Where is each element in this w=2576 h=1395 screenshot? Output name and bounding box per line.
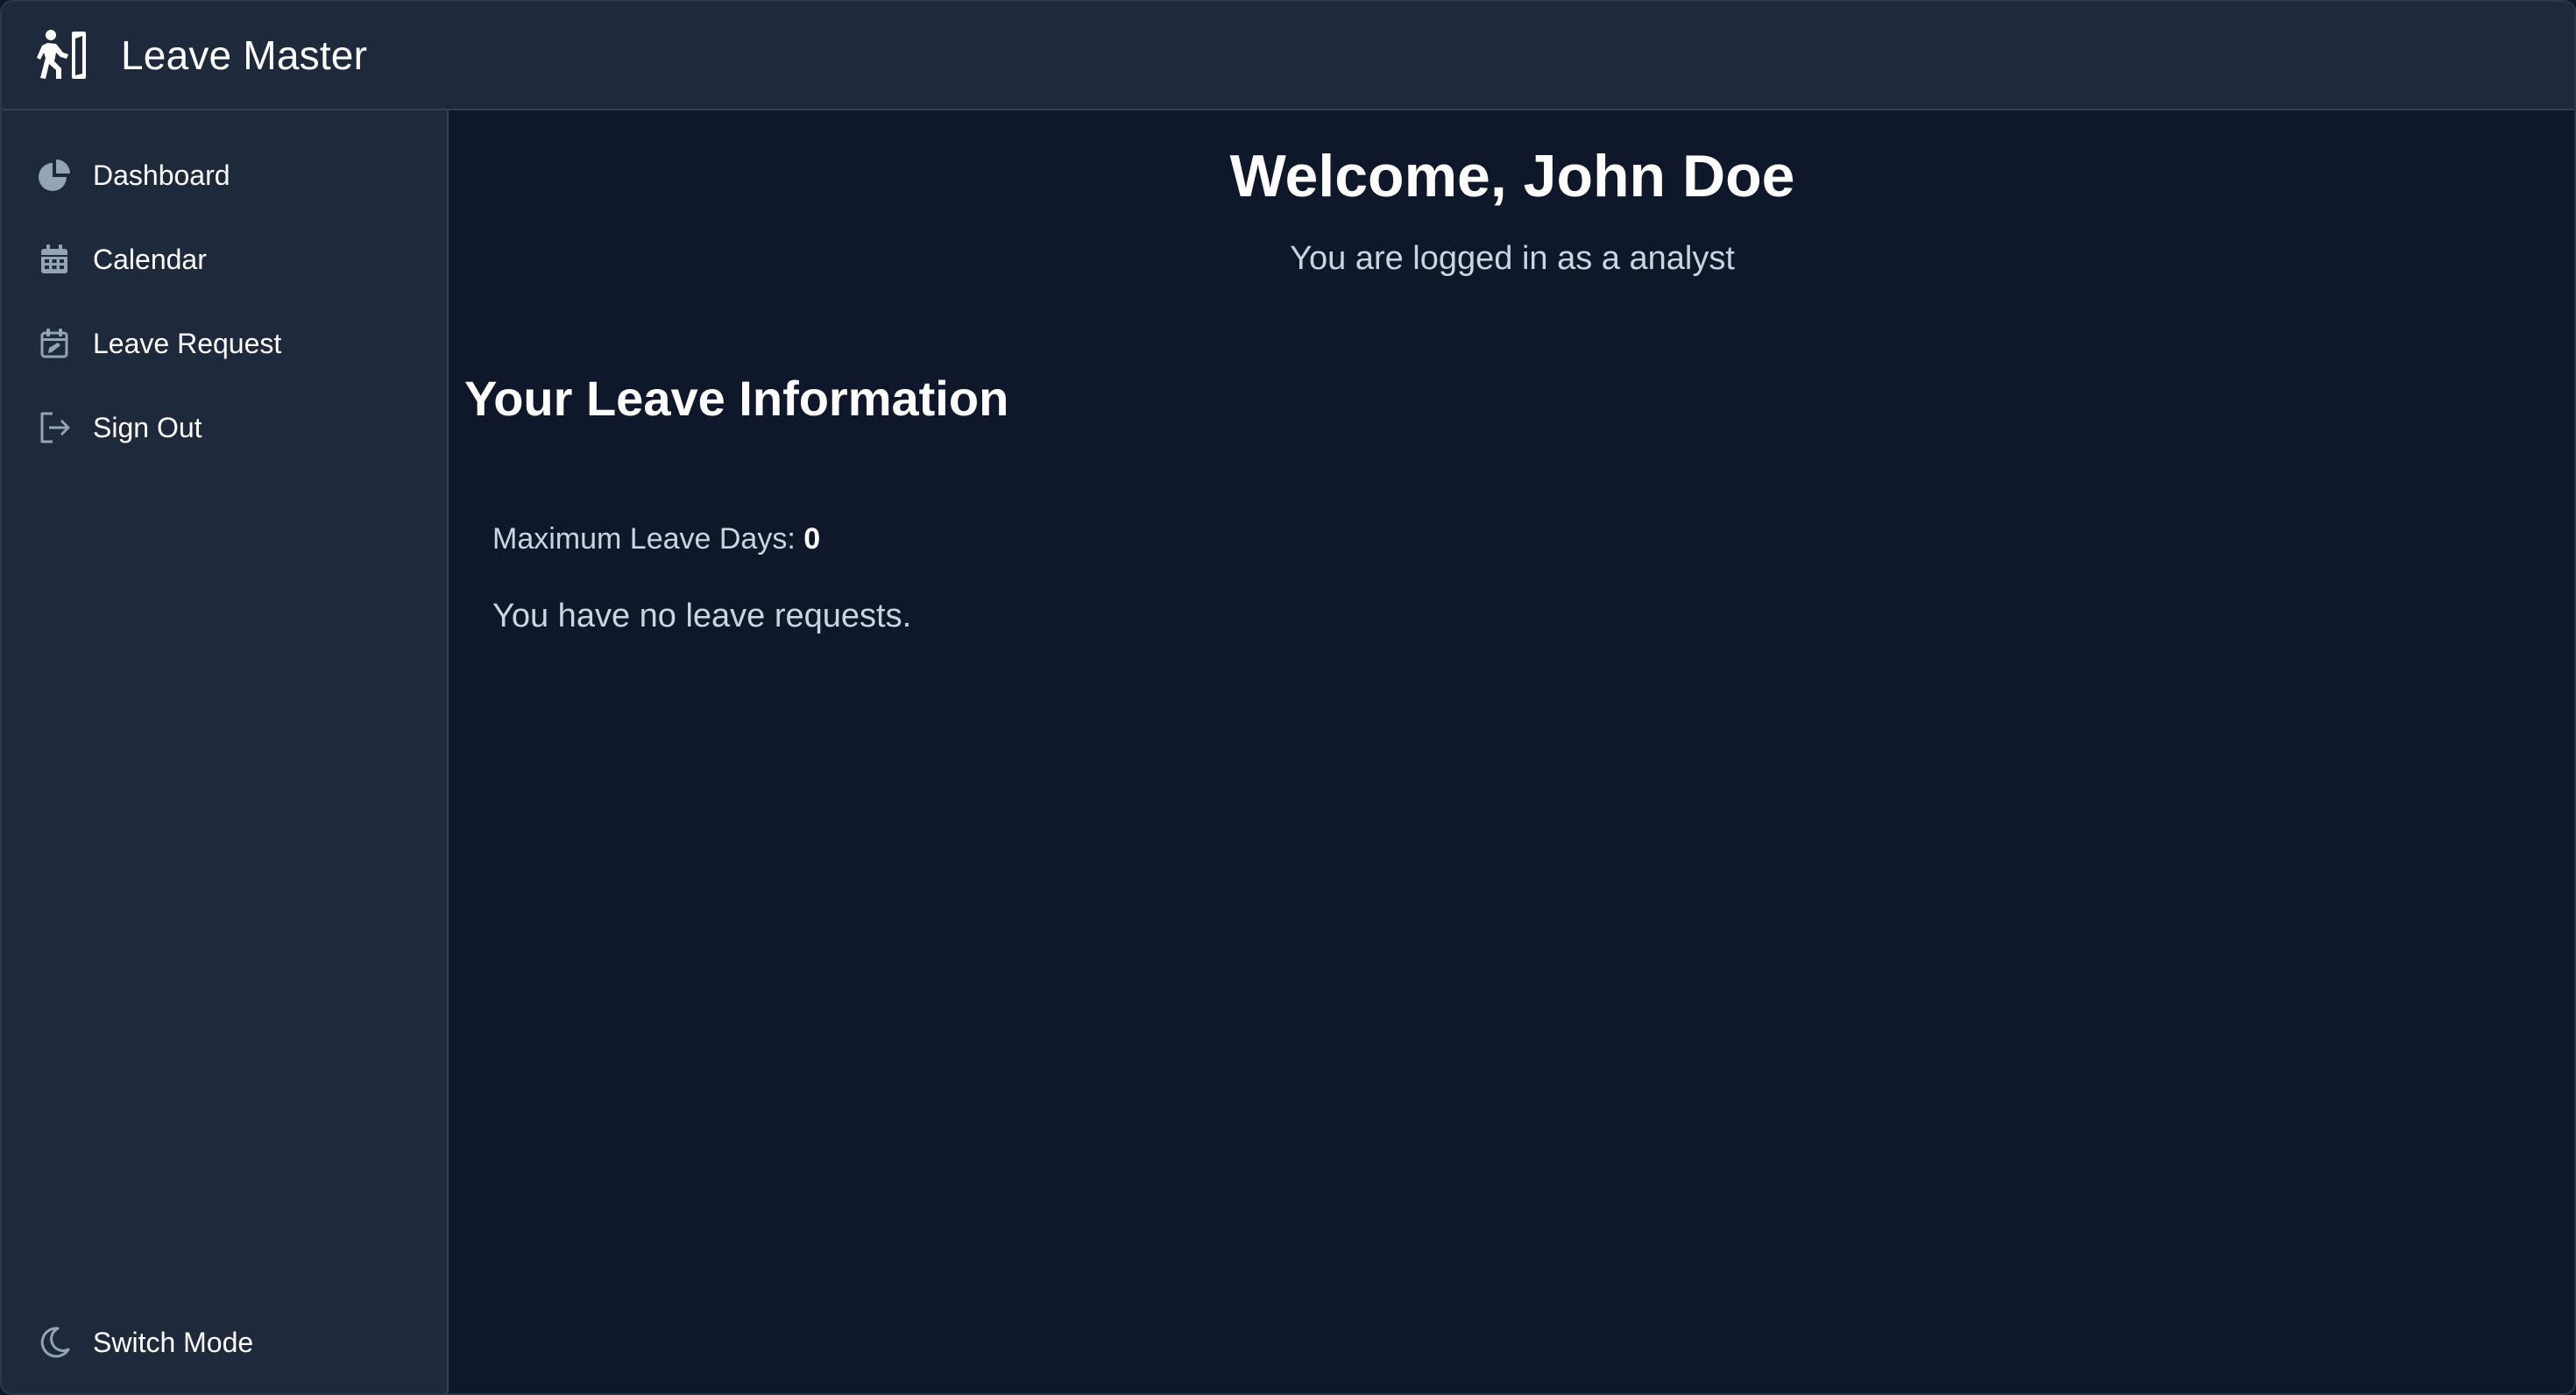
moon-icon <box>35 1323 74 1362</box>
welcome-heading: Welcome, John Doe <box>1229 143 1795 209</box>
role-text: You are logged in as a analyst <box>1290 240 1735 277</box>
sidebar-item-calendar[interactable]: Calendar <box>2 217 447 301</box>
switch-mode-button[interactable]: Switch Mode <box>2 1300 447 1384</box>
calendar-edit-icon <box>35 324 74 363</box>
sidebar-item-dashboard[interactable]: Dashboard <box>2 133 447 217</box>
max-leave-days: Maximum Leave Days: 0 <box>492 522 820 556</box>
app-window: Leave Master Dashboard Calendar Leave Re… <box>0 0 2576 1395</box>
sidebar-item-sign-out[interactable]: Sign Out <box>2 386 447 470</box>
sidebar-item-label: Leave Request <box>93 327 282 359</box>
app-title: Leave Master <box>121 32 368 78</box>
sidebar-item-label: Sign Out <box>93 411 202 443</box>
main-content: Welcome, John Doe You are logged in as a… <box>450 110 2574 1393</box>
no-requests-text: You have no leave requests. <box>492 598 912 634</box>
top-bar: Leave Master <box>2 2 2574 110</box>
walking-person-door-icon[interactable] <box>37 28 91 82</box>
switch-mode-label: Switch Mode <box>93 1326 254 1358</box>
pie-chart-icon <box>35 156 74 195</box>
sign-out-icon <box>35 408 74 447</box>
max-leave-value: 0 <box>803 522 821 556</box>
calendar-icon <box>35 240 74 279</box>
sidebar-item-label: Calendar <box>93 243 207 275</box>
section-title: Your Leave Information <box>464 371 1009 426</box>
sidebar: Dashboard Calendar Leave Request Sign Ou… <box>2 110 449 1393</box>
sidebar-nav: Dashboard Calendar Leave Request Sign Ou… <box>2 133 447 470</box>
max-leave-label: Maximum Leave Days: <box>492 522 796 556</box>
sidebar-item-leave-request[interactable]: Leave Request <box>2 301 447 386</box>
sidebar-item-label: Dashboard <box>93 159 230 191</box>
